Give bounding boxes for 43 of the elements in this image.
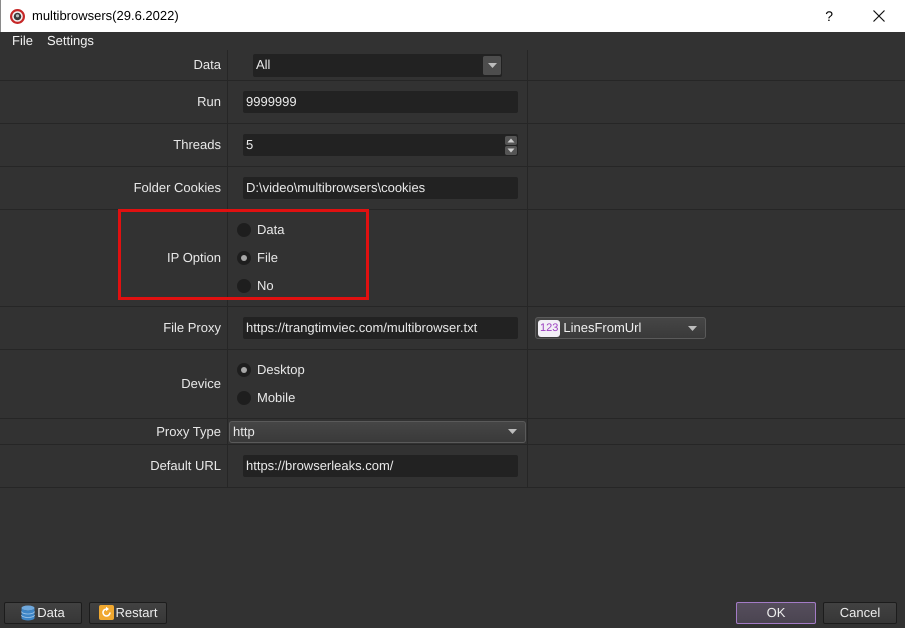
database-icon	[21, 604, 36, 620]
close-icon[interactable]	[873, 10, 885, 22]
dropdown[interactable]: All	[253, 54, 502, 76]
spin-down-icon[interactable]	[505, 146, 517, 154]
input-field[interactable]: https://browserleaks.com/	[243, 455, 518, 477]
field-label: Run	[197, 93, 221, 112]
field-label: Proxy Type	[156, 422, 221, 441]
menu-item[interactable]: File	[12, 31, 33, 51]
dropdown[interactable]: 123 LinesFromUrl	[535, 317, 706, 339]
radio-option[interactable]: Desktop	[237, 362, 305, 378]
radio-option[interactable]: Data	[237, 222, 284, 238]
radio-option[interactable]: No	[237, 278, 284, 294]
field-label: Threads	[173, 136, 221, 154]
dropdown-arrow-icon	[688, 326, 697, 330]
field-label: Data	[194, 56, 221, 74]
help-button[interactable]: ?	[825, 6, 833, 26]
cancel-button[interactable]: Cancel	[823, 602, 897, 624]
menu-item[interactable]: Settings	[46, 31, 94, 51]
restart-button[interactable]: Restart	[89, 602, 167, 624]
app-logo-icon	[10, 8, 25, 24]
radio-icon[interactable]	[237, 251, 251, 265]
window-title: multibrowsers(29.6.2022)	[32, 7, 179, 26]
radio-icon[interactable]	[237, 363, 251, 377]
ok-button[interactable]: OK	[736, 602, 816, 624]
input-field[interactable]: https://trangtimviec.com/multibrowser.txt	[243, 317, 518, 339]
field-label: Device	[181, 375, 221, 394]
field-label: IP Option	[167, 249, 221, 268]
input-field[interactable]: D:\video\multibrowsers\cookies	[243, 177, 518, 199]
refresh-icon	[98, 605, 114, 620]
dropdown[interactable]: http	[229, 420, 526, 442]
data-button[interactable]: Data	[4, 602, 82, 624]
dropdown-button[interactable]	[483, 56, 501, 74]
input-field[interactable]: 9999999	[243, 91, 518, 113]
field-label: File Proxy	[163, 319, 221, 338]
spin-up-icon[interactable]	[505, 136, 517, 144]
field-label: Default URL	[150, 457, 221, 476]
field-label: Folder Cookies	[134, 179, 221, 198]
radio-option[interactable]: File	[237, 250, 284, 266]
radio-option[interactable]: Mobile	[237, 390, 305, 406]
spin-field[interactable]: 5	[243, 134, 518, 156]
number-badge: 123	[538, 320, 560, 336]
dropdown-arrow-icon	[508, 429, 517, 434]
dropdown-arrow-icon	[488, 62, 496, 68]
